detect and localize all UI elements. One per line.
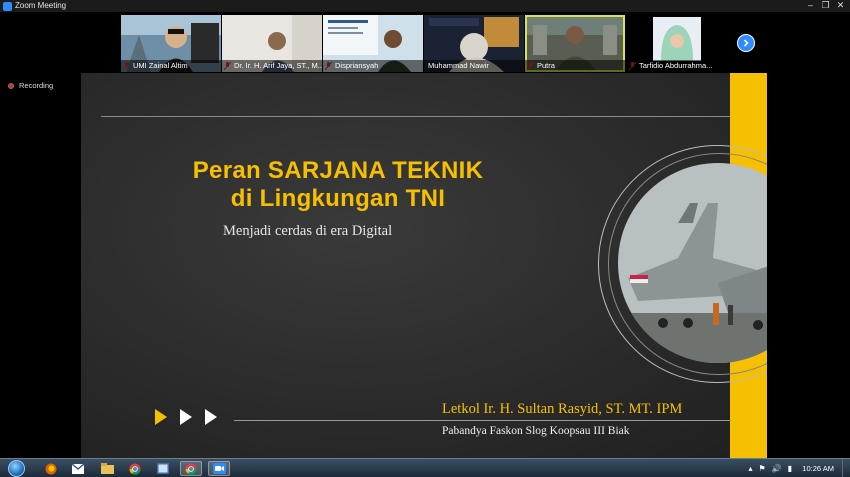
recording-label: Recording	[19, 81, 54, 90]
participant-tile[interactable]: Dispriansyah	[323, 15, 423, 72]
zoom-icon[interactable]	[208, 461, 230, 476]
record-icon	[8, 82, 14, 89]
arrow-right-icon	[205, 409, 217, 425]
windows-taskbar: ▴ ⚑ 🔊 ▮ 10:26 AM	[0, 458, 850, 477]
participant-strip: UMI Zainal Altim Dr. Ir. H. Arif Jaya, S…	[121, 15, 728, 72]
show-desktop-button[interactable]	[842, 459, 850, 477]
action-center-flag-icon[interactable]: ⚑	[758, 462, 765, 475]
participant-name: Putra	[525, 60, 625, 72]
chrome-icon[interactable]	[180, 461, 202, 476]
participant-name: Muhammad Nawir	[424, 60, 524, 72]
show-hidden-icons-chevron-icon[interactable]: ▴	[748, 462, 752, 475]
media-icon[interactable]	[152, 461, 174, 476]
speaker-position: Pabandya Faskon Slog Koopsau III Biak	[442, 425, 630, 437]
window-title: Zoom Meeting	[15, 1, 67, 10]
participant-tile[interactable]: Muhammad Nawir	[424, 15, 524, 72]
taskbar-clock[interactable]: 10:26 AM	[802, 459, 834, 477]
maximize-button[interactable]: ❐	[818, 0, 833, 11]
volume-icon[interactable]: 🔊	[772, 462, 782, 475]
participant-name: Dr. Ir. H. Arif Jaya, ST., M...	[222, 60, 322, 72]
slide-arrow-decoration	[155, 409, 217, 425]
slide-title-line-1: Peran SARJANA TEKNIK	[192, 157, 484, 184]
system-tray: ▴ ⚑ 🔊 ▮	[748, 462, 792, 475]
explorer-icon[interactable]	[96, 461, 118, 476]
close-button[interactable]: ✕	[833, 0, 848, 11]
windows-logo-icon	[7, 459, 25, 477]
slide-top-divider	[101, 116, 731, 117]
recording-indicator[interactable]: Recording	[8, 81, 53, 90]
network-signal-icon[interactable]: ▮	[788, 462, 792, 475]
start-button[interactable]	[4, 459, 28, 477]
arrow-right-icon	[155, 409, 167, 425]
next-page-button[interactable]	[737, 34, 755, 52]
window-controls: – ❐ ✕	[803, 0, 848, 12]
mail-icon[interactable]	[67, 461, 89, 476]
slide-bottom-divider	[234, 420, 731, 421]
participant-tile[interactable]: UMI Zainal Altim	[121, 15, 221, 72]
chrome-icon[interactable]	[124, 461, 146, 476]
slide-subtitle: Menjadi cerdas di era Digital	[223, 223, 393, 239]
participant-name: Dispriansyah	[323, 60, 423, 72]
firefox-icon[interactable]	[40, 461, 62, 476]
chevron-right-icon	[743, 39, 749, 47]
participant-tile-active[interactable]: Putra	[525, 15, 625, 72]
shared-screen-slide: Peran SARJANA TEKNIK di Lingkungan TNI M…	[81, 73, 767, 458]
zoom-app-icon	[3, 1, 12, 11]
slide-title-line-2: di Lingkungan TNI	[230, 185, 446, 212]
participant-tile[interactable]: Tarfidio Abdurrahma...	[627, 15, 727, 72]
participant-name: Tarfidio Abdurrahma...	[627, 60, 727, 72]
speaker-name: Letkol Ir. H. Sultan Rasyid, ST. MT. IPM	[442, 401, 683, 417]
window-title-bar: Zoom Meeting – ❐ ✕	[0, 0, 850, 12]
participant-name: UMI Zainal Altim	[121, 60, 221, 72]
arrow-right-icon	[180, 409, 192, 425]
meeting-stage: UMI Zainal Altim Dr. Ir. H. Arif Jaya, S…	[0, 12, 850, 458]
participant-tile[interactable]: Dr. Ir. H. Arif Jaya, ST., M...	[222, 15, 322, 72]
minimize-button[interactable]: –	[803, 0, 818, 11]
